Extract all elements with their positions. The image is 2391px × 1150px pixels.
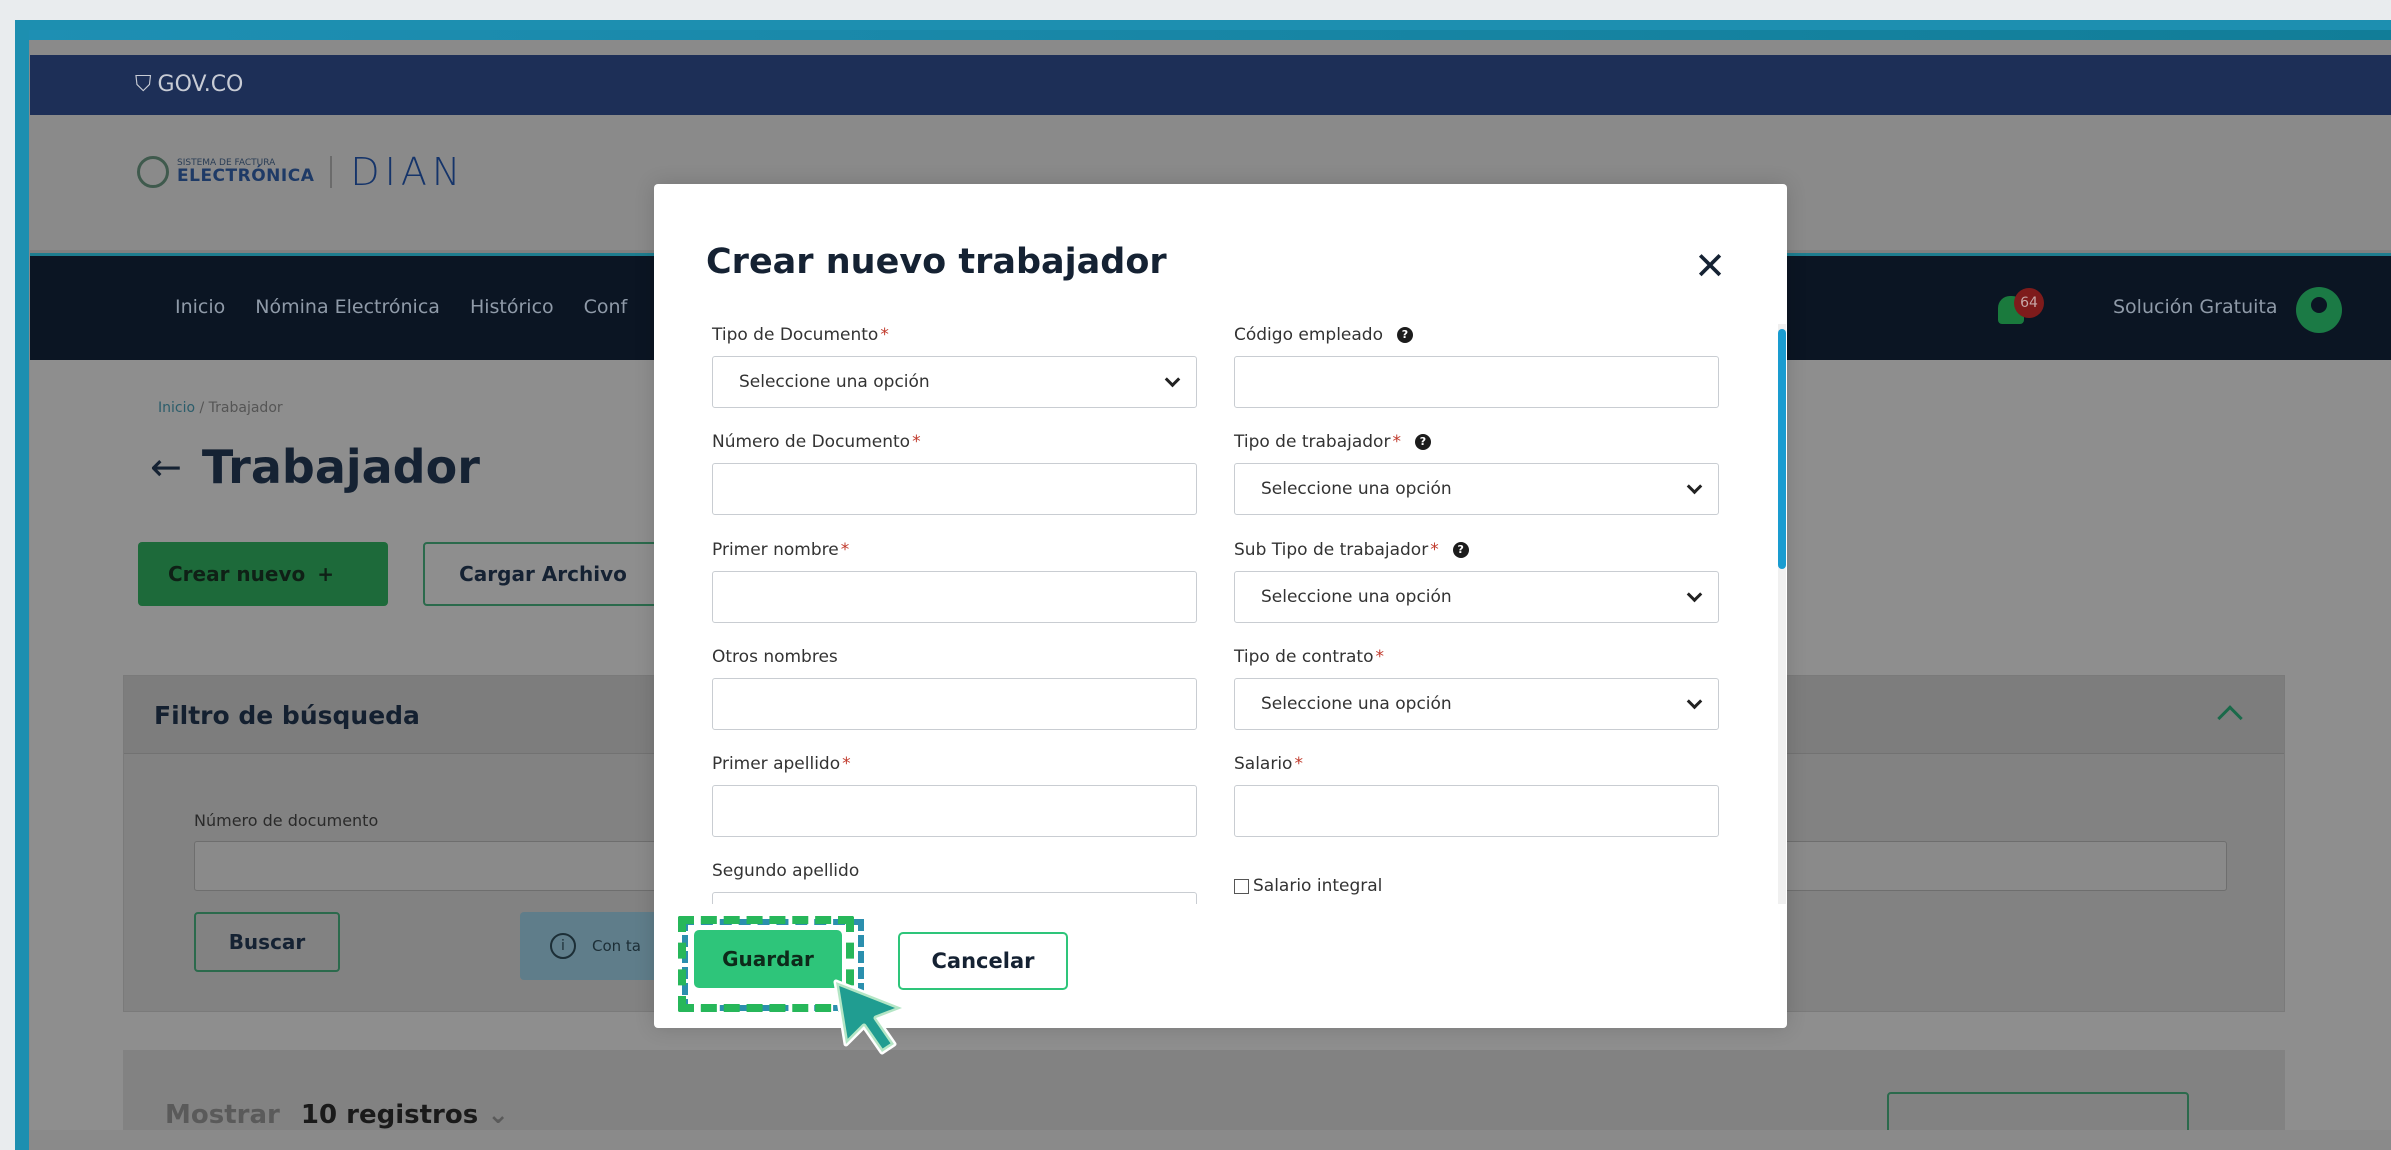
breadcrumb-current: Trabajador [208,400,283,416]
search-button[interactable]: Buscar [194,912,340,972]
notification-badge: 64 [2014,288,2044,318]
field-primer-nombre: Primer nombre * [712,539,1197,623]
primer-apellido-input[interactable] [712,785,1197,837]
chevron-up-icon[interactable] [2217,705,2243,731]
chevron-down-icon [1686,586,1703,603]
otros-nombres-input[interactable] [712,678,1197,730]
nav-item-inicio[interactable]: Inicio [175,296,225,318]
salario-integral-checkbox[interactable]: Salario integral [1234,876,1382,896]
checkbox-icon[interactable] [1234,878,1249,894]
tipo-contrato-select[interactable]: Seleccione una opción [1234,678,1719,730]
nav-item-nomina[interactable]: Nómina Electrónica [255,296,440,318]
help-icon[interactable]: ? [1452,542,1469,558]
user-avatar-icon[interactable] [2296,287,2342,333]
nav-item-historico[interactable]: Histórico [470,296,554,318]
modal-scrollbar[interactable] [1778,324,1786,904]
factura-electronica-logo: SISTEMA DE FACTURA ELECTRÓNICA [137,156,333,188]
create-worker-modal: Crear nuevo trabajador ✕ Tipo de Documen… [654,184,1787,1055]
user-label[interactable]: Solución Gratuita [2113,296,2277,318]
filter-title: Filtro de búsqueda [154,701,420,730]
gov-bar: ⛉ GOV.CO [30,55,2391,115]
chevron-down-icon [1164,371,1181,388]
shield-icon: ⛉ [135,72,152,97]
field-segundo-apellido: Segundo apellido [712,860,1197,904]
chevron-down-icon: ⌄ [487,1100,510,1130]
help-icon[interactable]: ? [1414,434,1431,450]
field-tipo-documento: Tipo de Documento * Seleccione una opción [712,324,1197,408]
brand-logos[interactable]: SISTEMA DE FACTURA ELECTRÓNICA DIAN [137,153,465,191]
dian-logo: DIAN [350,150,466,194]
segundo-apellido-input[interactable] [712,892,1197,904]
info-icon: i [550,933,576,959]
plus-icon: + [317,562,335,586]
page-title: ← Trabajador [150,440,480,494]
field-sub-tipo-trabajador: Sub Tipo de trabajador *? Seleccione una … [1234,539,1719,623]
help-icon[interactable]: ? [1396,327,1413,343]
create-new-button[interactable]: Crear nuevo + [138,542,388,606]
notifications-button[interactable]: 64 [1998,288,2058,328]
chevron-down-icon [1686,693,1703,710]
primer-nombre-input[interactable] [712,571,1197,623]
breadcrumb-home[interactable]: Inicio [158,400,195,416]
frame-top-bar [29,30,2391,40]
field-salario: Salario * [1234,753,1719,837]
gov-logo[interactable]: ⛉ GOV.CO [135,72,243,97]
close-icon[interactable]: ✕ [1690,246,1730,286]
breadcrumb-separator: / [199,400,205,416]
field-otros-nombres: Otros nombres [712,646,1197,730]
field-tipo-contrato: Tipo de contrato * Seleccione una opción [1234,646,1719,730]
field-tipo-trabajador: Tipo de trabajador *? Seleccione una opci… [1234,431,1719,515]
cancel-button[interactable]: Cancelar [898,932,1068,990]
results-action-button[interactable] [1887,1092,2189,1130]
nav-item-configuracion[interactable]: Conf [584,296,628,318]
seal-icon [137,156,169,188]
results-card: Mostrar 10 registros ⌄ [123,1050,2285,1130]
document-number-label: Número de documento [194,811,379,830]
records-select[interactable]: 10 registros [301,1100,478,1130]
scrollbar-thumb[interactable] [1778,329,1786,569]
breadcrumb: Inicio / Trabajador [158,400,283,416]
chevron-down-icon [1686,478,1703,495]
modal-title: Crear nuevo trabajador [706,242,1167,282]
salario-input[interactable] [1234,785,1719,837]
modal-form: Tipo de Documento * Seleccione una opción… [654,324,1787,904]
nav-menu: Inicio Nómina Electrónica Histórico Conf [175,296,627,318]
back-arrow-icon[interactable]: ← [150,445,182,489]
tipo-documento-select[interactable]: Seleccione una opción [712,356,1197,408]
cursor-pointer-icon [833,979,905,1055]
codigo-empleado-input[interactable] [1234,356,1719,408]
numero-documento-input[interactable] [712,463,1197,515]
field-primer-apellido: Primer apellido * [712,753,1197,837]
sub-tipo-trabajador-select[interactable]: Seleccione una opción [1234,571,1719,623]
field-numero-documento: Número de Documento * [712,431,1197,515]
tipo-trabajador-select[interactable]: Seleccione una opción [1234,463,1719,515]
upload-file-button[interactable]: Cargar Archivo [423,542,663,606]
records-per-page[interactable]: Mostrar 10 registros ⌄ [165,1100,509,1130]
save-button[interactable]: Guardar [694,930,842,988]
field-codigo-empleado: Código empleado? [1234,324,1719,408]
